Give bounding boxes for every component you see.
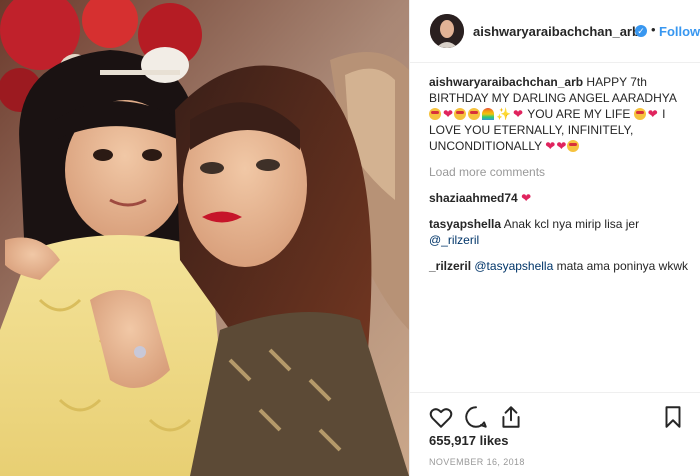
sparkles-emoji-icon: ✨ [496, 107, 512, 121]
load-more-comments-button[interactable]: Load more comments [429, 164, 691, 180]
share-icon[interactable] [498, 404, 524, 430]
header-username[interactable]: aishwaryaraibachchan_arb [473, 24, 640, 39]
heart-emoji-icon: ❤ [647, 107, 658, 121]
heart-emoji-icon: ❤ [513, 107, 524, 121]
comment-item: _rilzeril @tasyapshella mata ama poninya… [429, 258, 691, 274]
comment-mention[interactable]: @_rilzeril [429, 233, 479, 247]
post-photo[interactable] [0, 0, 409, 476]
comments-section: aishwaryaraibachchan_arb HAPPY 7th BIRTH… [429, 74, 691, 274]
comment-item: shaziaahmed74 ❤ [429, 190, 691, 206]
caption-text-part2: YOU ARE MY LIFE [527, 107, 631, 121]
comment-username[interactable]: tasyapshella [429, 217, 501, 231]
post-header: aishwaryaraibachchan_arb ✓ • Follow [410, 0, 700, 63]
post-date: NOVEMBER 16, 2018 [429, 457, 525, 467]
caption-emojis-1: ❤ ✨ ❤ [429, 107, 527, 121]
heart-emoji-icon: ❤ [443, 107, 454, 121]
heart-eyes-emoji-icon [633, 108, 646, 120]
comment-icon[interactable] [463, 404, 489, 430]
comment-text: Anak kcl nya mirip lisa jer [503, 217, 640, 231]
heart-eyes-emoji-icon [429, 108, 441, 120]
verified-badge-icon: ✓ [635, 25, 647, 37]
post-caption: aishwaryaraibachchan_arb HAPPY 7th BIRTH… [429, 74, 691, 154]
likes-count[interactable]: 655,917 likes [429, 433, 509, 448]
comment-mention[interactable]: @tasyapshella [474, 259, 553, 273]
post-photo-illustration [0, 0, 409, 476]
comment-text: mata ama poninya wkwk [556, 259, 688, 273]
heart-eyes-emoji-icon [567, 140, 580, 152]
rainbow-emoji-icon [482, 108, 495, 120]
comment-item: tasyapshella Anak kcl nya mirip lisa jer… [429, 216, 691, 248]
kiss-emoji-icon [468, 108, 481, 120]
heart-emoji-icon: ❤ [545, 139, 556, 153]
post-sidebar: aishwaryaraibachchan_arb ✓ • Follow aish… [409, 0, 700, 476]
heart-icon[interactable] [428, 404, 454, 430]
bookmark-icon[interactable] [660, 404, 686, 430]
header-separator: • [651, 22, 656, 37]
heart-emoji-icon: ❤ [556, 139, 567, 153]
comment-username[interactable]: shaziaahmed74 [429, 191, 518, 205]
instagram-post: aishwaryaraibachchan_arb ✓ • Follow aish… [0, 0, 700, 476]
follow-button[interactable]: Follow [659, 24, 700, 39]
action-bar [410, 392, 700, 439]
avatar-image [430, 14, 464, 48]
comment-username[interactable]: _rilzeril [429, 259, 471, 273]
hug-emoji-icon [454, 108, 467, 120]
caption-username[interactable]: aishwaryaraibachchan_arb [429, 75, 583, 89]
heart-emoji-icon: ❤ [521, 191, 532, 205]
avatar[interactable] [430, 14, 464, 48]
